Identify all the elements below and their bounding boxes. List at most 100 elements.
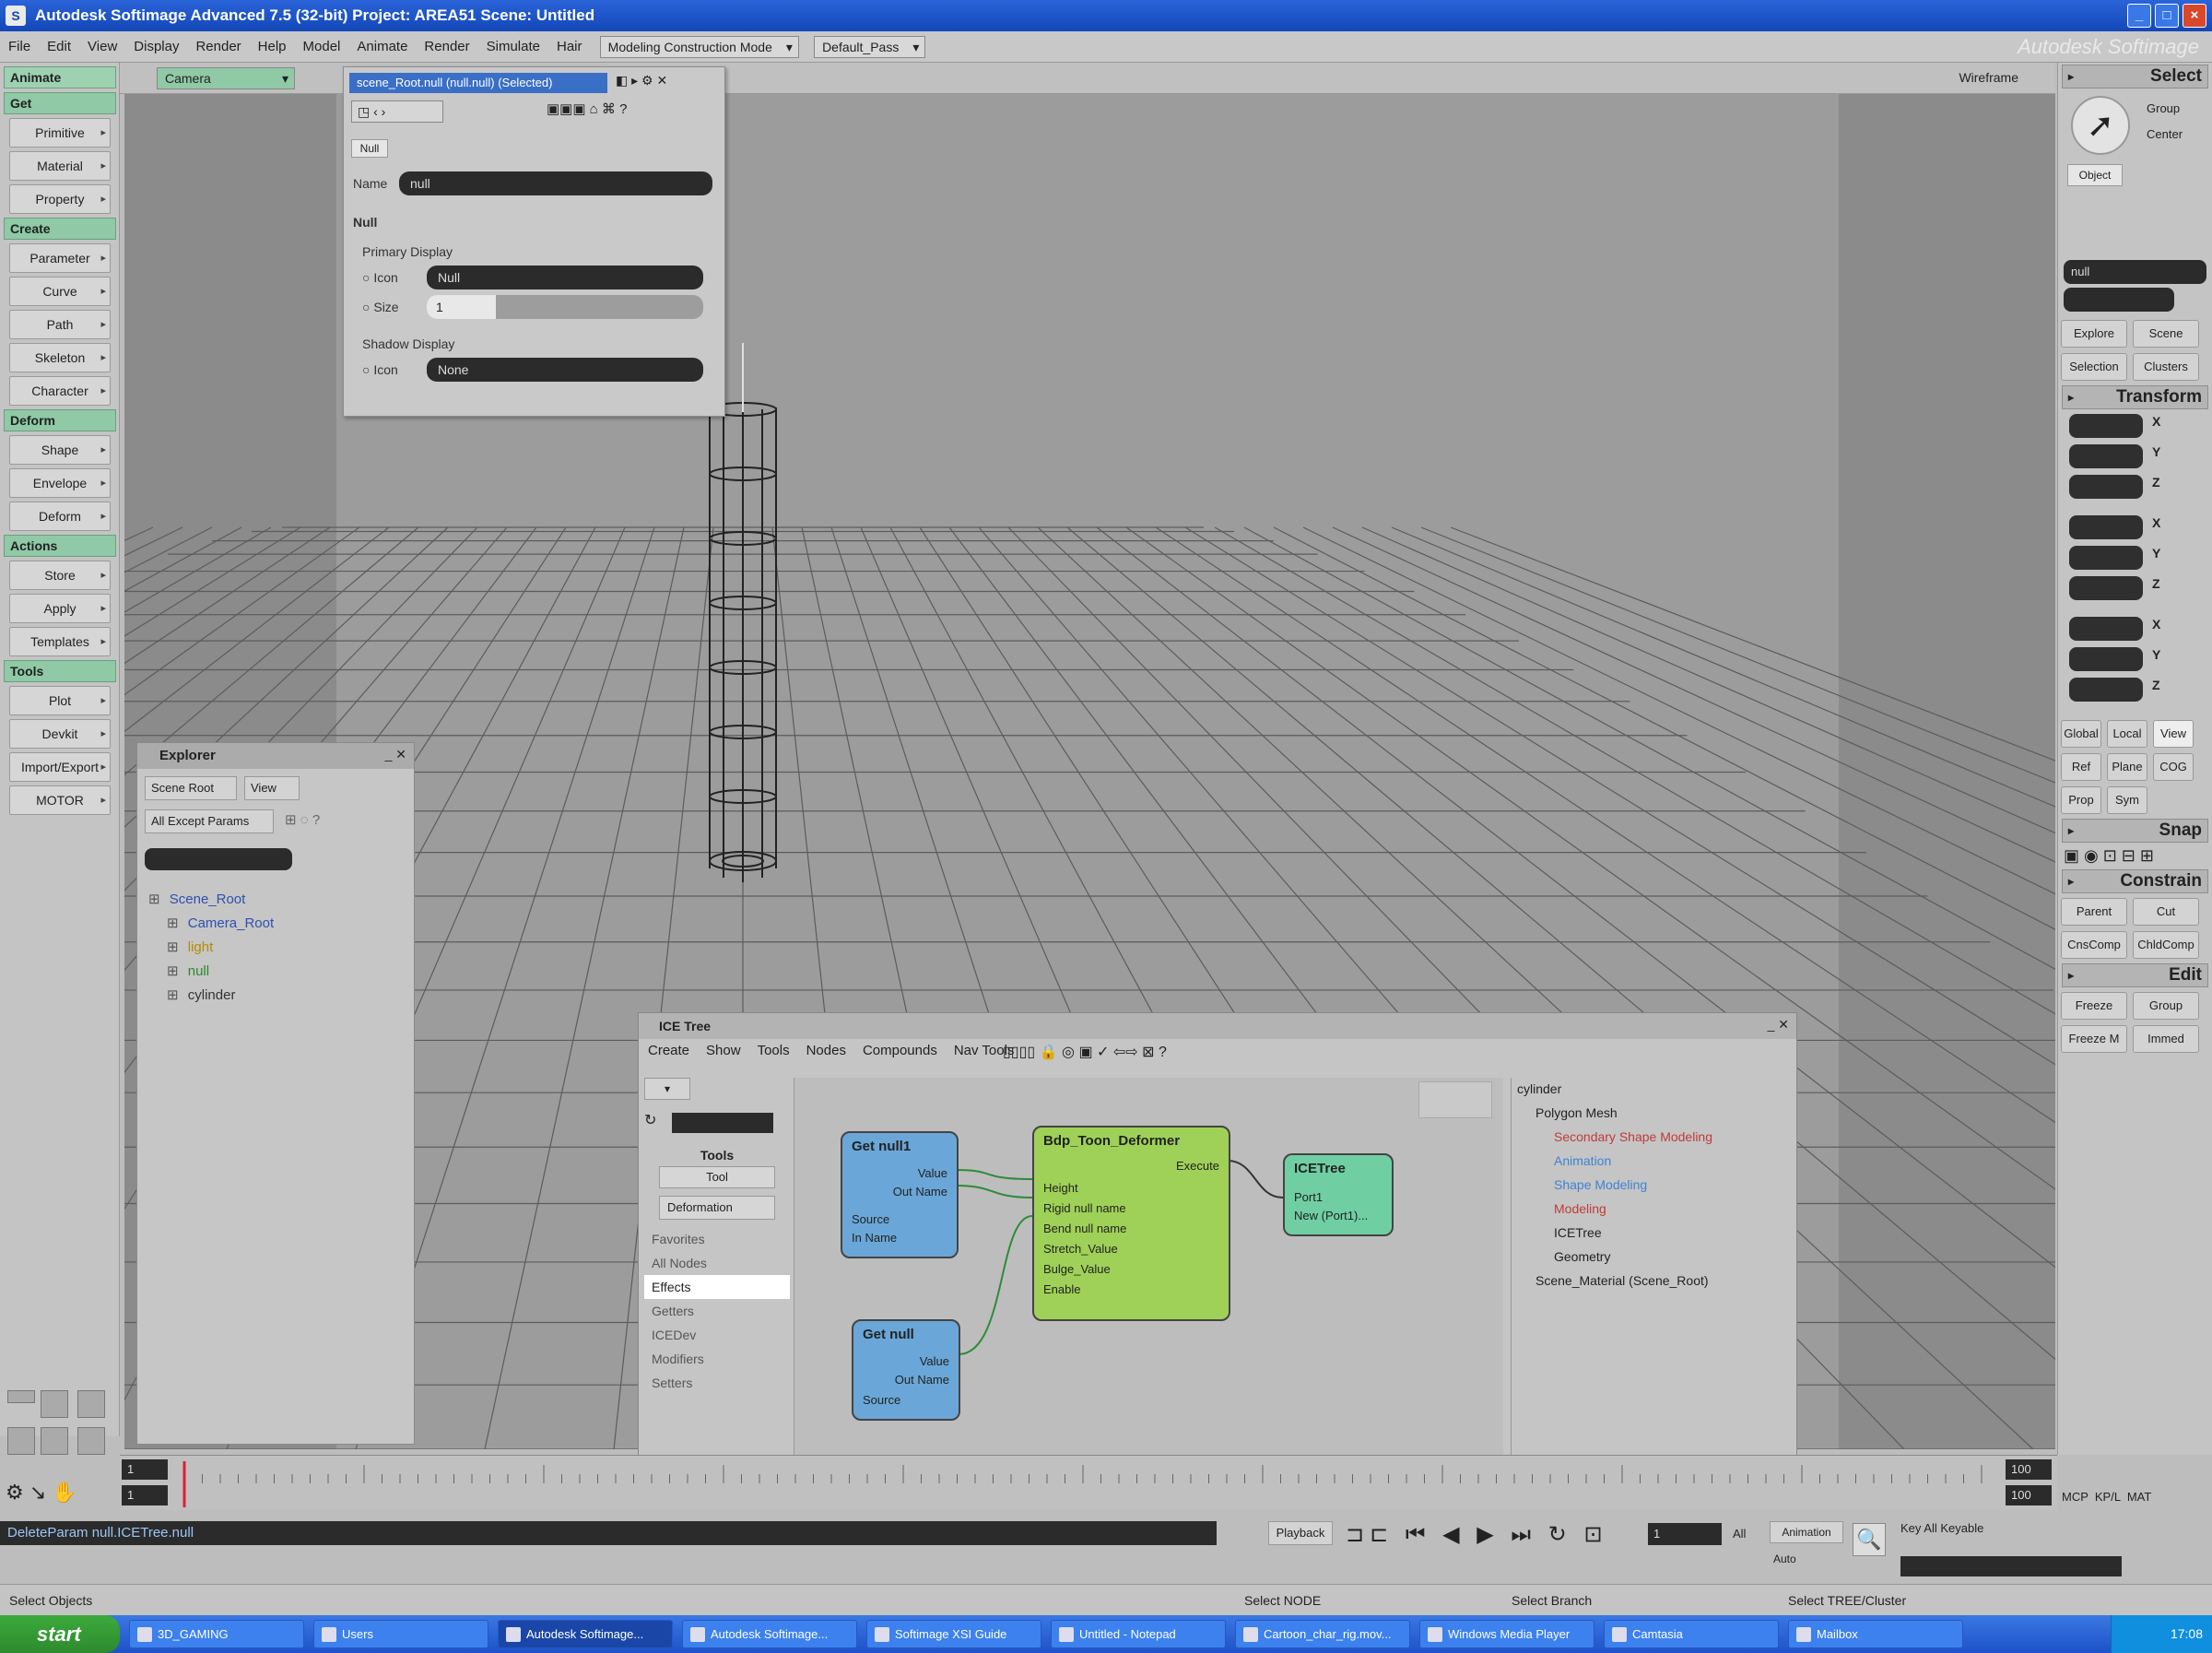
icon-radio[interactable]: ○ Icon: [362, 270, 398, 285]
transform-field[interactable]: [2069, 444, 2143, 468]
transform-field[interactable]: [2069, 475, 2143, 499]
section-create[interactable]: Create: [4, 218, 116, 240]
deform-button[interactable]: Deform: [9, 502, 111, 531]
preset-item[interactable]: Setters: [644, 1371, 790, 1395]
plane-button[interactable]: Plane: [2107, 753, 2147, 781]
port-input[interactable]: Bulge_Value: [1043, 1262, 1111, 1276]
size-radio[interactable]: ○ Size: [362, 300, 399, 314]
select-arrow-icon[interactable]: ➚: [2071, 96, 2130, 155]
selection-name-field[interactable]: null: [2064, 260, 2206, 284]
transform-field[interactable]: [2069, 414, 2143, 438]
preset-search[interactable]: ↻: [644, 1111, 790, 1135]
menu-item-help[interactable]: Help: [250, 31, 295, 63]
minimize-button[interactable]: _: [2127, 4, 2151, 28]
camera-dropdown[interactable]: Camera: [157, 67, 295, 89]
preset-item[interactable]: Getters: [644, 1299, 790, 1323]
property-tab[interactable]: scene_Root.null (null.null) (Selected): [349, 73, 607, 93]
taskbar-item[interactable]: Windows Media Player: [1419, 1620, 1594, 1648]
view-dropdown[interactable]: View: [244, 776, 300, 800]
command-line[interactable]: DeleteParam null.ICETree.null: [0, 1521, 1217, 1545]
preset-mode-dropdown[interactable]: ▾: [644, 1078, 690, 1100]
transform-section-header[interactable]: Transform: [2062, 385, 2208, 409]
snap-section-header[interactable]: Snap: [2062, 819, 2208, 843]
menu-item-edit[interactable]: Edit: [39, 31, 79, 63]
ice-toolbar-icons[interactable]: ▯▯▯▯ 🔒 ◎ ▣ ✓ ⇦⇨ ⊠ ?: [1003, 1043, 1167, 1061]
layout-icon[interactable]: [7, 1390, 35, 1403]
taskbar-item[interactable]: Mailbox: [1788, 1620, 1963, 1648]
toon-deformer-node[interactable]: Bdp_Toon_Deformer Execute Height Rigid nu…: [1032, 1126, 1230, 1321]
expand-icon[interactable]: ⊞: [148, 891, 164, 907]
taskbar-item[interactable]: Camtasia: [1604, 1620, 1779, 1648]
current-end-field[interactable]: 100: [2006, 1485, 2052, 1505]
port-input[interactable]: Stretch_Value: [1043, 1242, 1118, 1256]
parameter-button[interactable]: Parameter: [9, 243, 111, 273]
shadow-icon-dropdown[interactable]: None: [427, 358, 703, 382]
cut-button[interactable]: Cut: [2133, 898, 2199, 926]
animation-dropdown[interactable]: Animation: [1770, 1521, 1843, 1543]
transform-field[interactable]: [2069, 546, 2143, 570]
freeze-button[interactable]: Freeze: [2061, 992, 2127, 1020]
port-value[interactable]: Value: [920, 1354, 949, 1368]
motor-button[interactable]: MOTOR: [9, 785, 111, 815]
cog-button[interactable]: COG: [2153, 753, 2194, 781]
constrain-section-header[interactable]: Constrain: [2062, 869, 2208, 893]
tool-icons[interactable]: ⚙ ↘ ✋: [0, 1481, 118, 1517]
transform-field[interactable]: [2069, 515, 2143, 539]
preset-item[interactable]: Modifiers: [644, 1347, 790, 1371]
ice-tree-item[interactable]: Animation: [1554, 1153, 1611, 1168]
curve-button[interactable]: Curve: [9, 277, 111, 306]
explorer-close-icon[interactable]: _ ✕: [385, 747, 406, 762]
panel-tools-icon[interactable]: ◧ ▸ ⚙ ✕: [616, 73, 667, 89]
display-mode-label[interactable]: Wireframe: [1959, 70, 2018, 85]
size-slider[interactable]: 1: [427, 295, 703, 319]
port-execute[interactable]: Execute: [1176, 1159, 1219, 1173]
taskbar-item[interactable]: 3D_GAMING: [129, 1620, 304, 1648]
close-window-button[interactable]: ×: [2183, 4, 2206, 28]
ice-menu-tools[interactable]: Tools: [758, 1043, 790, 1058]
port-input[interactable]: Height: [1043, 1181, 1078, 1195]
taskbar-item[interactable]: Autodesk Softimage...: [498, 1620, 673, 1648]
ice-tree-item[interactable]: Geometry: [1554, 1249, 1610, 1264]
history-nav[interactable]: ◳ ‹ ›: [351, 100, 443, 123]
sym-button[interactable]: Sym: [2107, 786, 2147, 814]
ice-close-icon[interactable]: _ ✕: [1768, 1017, 1789, 1033]
expand-icon[interactable]: ⊞: [167, 915, 182, 931]
select-section-header[interactable]: Select: [2062, 65, 2208, 89]
timeline-ruler[interactable]: [175, 1461, 1991, 1507]
expand-icon[interactable]: ⊞: [167, 939, 182, 955]
view-mode-button[interactable]: View: [2153, 720, 2194, 748]
preset-item[interactable]: All Nodes: [644, 1251, 790, 1275]
transform-field[interactable]: [2069, 617, 2143, 641]
ice-menu-compounds[interactable]: Compounds: [863, 1043, 937, 1058]
plot-button[interactable]: Plot: [9, 686, 111, 715]
preset-item[interactable]: Effects: [644, 1275, 790, 1299]
primitive-button[interactable]: Primitive: [9, 118, 111, 148]
layout-icon[interactable]: [41, 1390, 68, 1418]
current-start-field[interactable]: 1: [122, 1485, 168, 1505]
section-get[interactable]: Get: [4, 92, 116, 114]
immed-button[interactable]: Immed: [2133, 1025, 2199, 1053]
port-input[interactable]: Enable: [1043, 1282, 1080, 1296]
shape-button[interactable]: Shape: [9, 435, 111, 465]
filter-dropdown[interactable]: All Except Params: [145, 809, 274, 833]
layout-dropdown[interactable]: Modeling Construction Mode: [599, 36, 799, 59]
menu-item-display[interactable]: Display: [125, 31, 187, 63]
null-group-header[interactable]: Null: [353, 215, 377, 230]
taskbar-item[interactable]: Untitled - Notepad: [1051, 1620, 1226, 1648]
group-button[interactable]: Group: [2133, 992, 2199, 1020]
port-out-name[interactable]: Out Name: [895, 1373, 949, 1387]
icetree-node[interactable]: ICETree Port1 New (Port1)...: [1283, 1153, 1394, 1236]
selection-button[interactable]: Selection: [2061, 353, 2127, 381]
store-button[interactable]: Store: [9, 561, 111, 590]
ice-tree-item[interactable]: Modeling: [1554, 1201, 1606, 1216]
preset-search-field[interactable]: [672, 1113, 773, 1133]
start-button[interactable]: start: [0, 1615, 120, 1653]
layout-icon[interactable]: [41, 1427, 68, 1455]
ice-tree-item[interactable]: Scene_Material (Scene_Root): [1535, 1273, 1709, 1288]
ice-tree-item[interactable]: cylinder: [1517, 1081, 1561, 1096]
property-button[interactable]: Property: [9, 184, 111, 214]
character-button[interactable]: Character: [9, 376, 111, 406]
taskbar-item[interactable]: Users: [313, 1620, 488, 1648]
menu-item-hair[interactable]: Hair: [548, 31, 591, 63]
expand-icon[interactable]: ⊞: [167, 963, 182, 979]
